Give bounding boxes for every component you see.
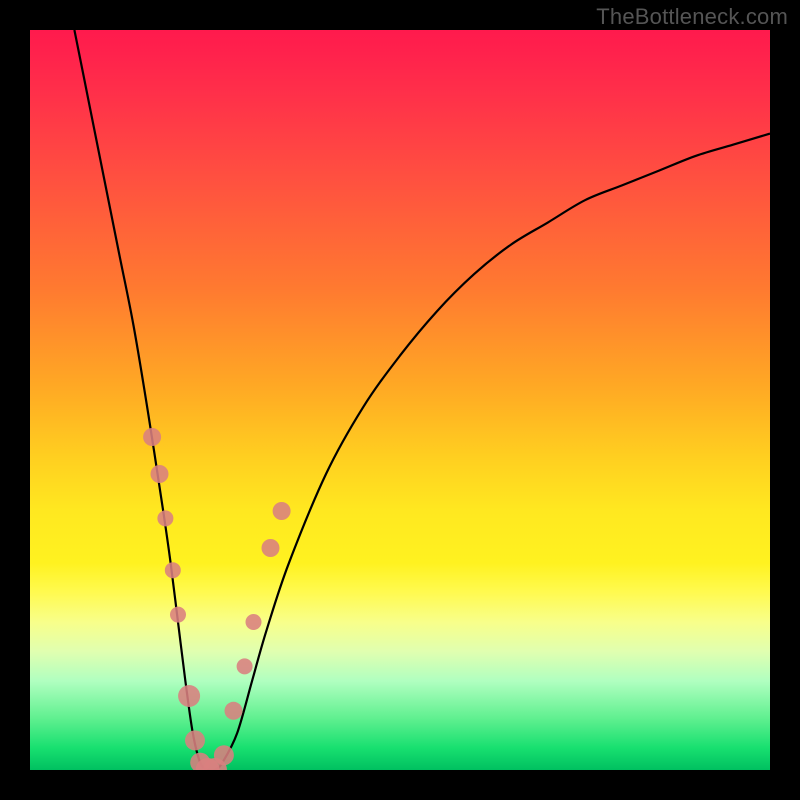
highlight-dot: [185, 730, 205, 750]
highlight-dots-group: [143, 428, 291, 770]
highlight-dot: [273, 502, 291, 520]
highlight-dot: [151, 465, 169, 483]
highlight-dot: [262, 539, 280, 557]
curve-layer: [30, 30, 770, 770]
highlight-dot: [170, 607, 186, 623]
highlight-dot: [165, 562, 181, 578]
watermark-text: TheBottleneck.com: [596, 4, 788, 30]
bottleneck-curve: [74, 30, 770, 770]
highlight-dot: [237, 658, 253, 674]
plot-area: [30, 30, 770, 770]
highlight-dot: [225, 702, 243, 720]
chart-stage: TheBottleneck.com: [0, 0, 800, 800]
highlight-dot: [246, 614, 262, 630]
highlight-dot: [157, 510, 173, 526]
highlight-dot: [214, 745, 234, 765]
highlight-dot: [178, 685, 200, 707]
highlight-dot: [143, 428, 161, 446]
